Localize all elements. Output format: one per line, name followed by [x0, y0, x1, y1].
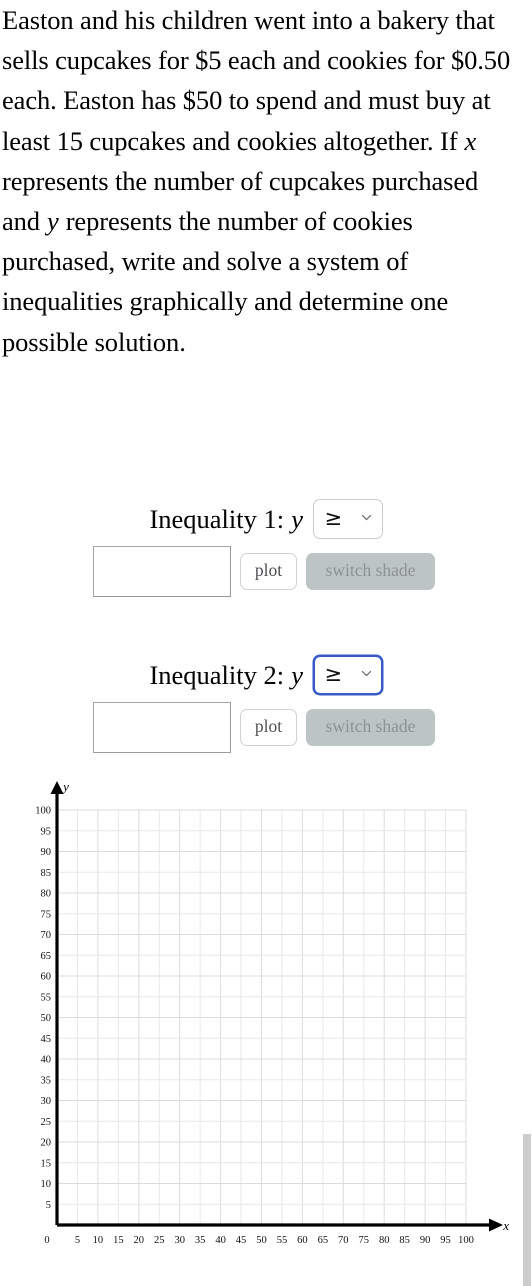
- math-variable-y: y: [47, 206, 59, 237]
- x-tick-label: 25: [154, 1235, 165, 1246]
- chevron-down-icon: [360, 667, 373, 680]
- inequality-2-operator-value: ≥: [324, 661, 343, 686]
- x-tick-label: 55: [277, 1235, 288, 1246]
- y-tick-label: 95: [41, 826, 52, 837]
- inequality-1-switch-shade-button[interactable]: switch shade: [306, 552, 435, 590]
- inequality-1-plot-button[interactable]: plot: [240, 552, 297, 590]
- problem-statement: Easton and his children went into a bake…: [0, 0, 524, 362]
- y-tick-label: 15: [41, 1158, 52, 1169]
- x-tick-label: 75: [359, 1235, 370, 1246]
- x-tick-label: 65: [318, 1235, 329, 1246]
- x-tick-label: 85: [399, 1235, 410, 1246]
- coordinate-graph[interactable]: x y 5 10 15 20 25 30 35 40 45 50 55 60 65 70 75 80 85 90 95 1…: [0, 780, 510, 1280]
- grid-layer: [57, 809, 467, 1225]
- y-tick-label: 70: [41, 930, 52, 941]
- x-tick-label: 100: [458, 1235, 474, 1246]
- y-axis-arrowhead: [50, 781, 64, 794]
- y-tick-label: 100: [35, 806, 51, 817]
- inequality-2-plot-button[interactable]: plot: [240, 708, 297, 746]
- y-tick-label: 30: [41, 1096, 52, 1107]
- math-variable-x: x: [464, 125, 477, 156]
- page-scrollbar-thumb[interactable]: [523, 1134, 531, 1286]
- x-tick-label: 15: [113, 1235, 124, 1246]
- inequality-1-operator-select[interactable]: ≥: [312, 499, 383, 539]
- page-scrollbar-track[interactable]: [522, 0, 532, 1286]
- x-tick-label: 45: [236, 1235, 247, 1246]
- origin-label: 0: [44, 1235, 49, 1246]
- x-tick-label: 70: [338, 1235, 349, 1246]
- inequality-2-operator-select[interactable]: ≥: [312, 655, 383, 695]
- inequality-1-controls-row: plot switch shade: [0, 543, 532, 599]
- y-tick-label: 35: [41, 1075, 52, 1086]
- y-tick-label: 45: [41, 1034, 52, 1045]
- inequality-2-title-row: Inequality 2: y ≥: [0, 651, 532, 699]
- x-tick-label: 10: [93, 1235, 104, 1246]
- inequality-2-label: Inequality 2: y: [149, 659, 304, 690]
- x-axis-arrowhead: [489, 1218, 503, 1232]
- problem-text-part-3: represents the number of cookies purchas…: [2, 206, 449, 357]
- inequality-1-expression-input[interactable]: [93, 545, 231, 597]
- inequality-2-variable: y: [291, 659, 304, 690]
- x-tick-label: 60: [297, 1235, 308, 1246]
- x-tick-label: 35: [195, 1235, 206, 1246]
- inequality-1-variable: y: [291, 503, 304, 534]
- x-tick-label: 5: [75, 1235, 80, 1246]
- chevron-down-icon: [360, 511, 373, 524]
- graph-svg[interactable]: xy5 10 15 20 25 30 35 40 45 50 55 60 65 70 75 80 85 90 95 1…: [0, 780, 510, 1280]
- y-tick-label: 90: [41, 847, 52, 858]
- inequality-2-block: Inequality 2: y ≥ plot switch shade: [0, 651, 532, 755]
- x-tick-label: 40: [215, 1235, 226, 1246]
- y-tick-label: 40: [41, 1055, 52, 1066]
- inequality-1-operator-value: ≥: [324, 505, 343, 530]
- inequality-2-switch-shade-button[interactable]: switch shade: [306, 708, 435, 746]
- inequality-1-label: Inequality 1: y: [149, 503, 304, 534]
- y-tick-label: 5: [46, 1200, 51, 1211]
- y-tick-label: 85: [41, 868, 52, 879]
- y-tick-label: 10: [41, 1179, 52, 1190]
- y-tick-label: 20: [41, 1138, 52, 1149]
- y-tick-label: 50: [41, 1013, 52, 1024]
- y-tick-label: 80: [41, 889, 52, 900]
- y-tick-label: 60: [41, 972, 52, 983]
- y-tick-label: 25: [41, 1117, 52, 1128]
- x-tick-label: 30: [174, 1235, 185, 1246]
- y-tick-label: 65: [41, 951, 52, 962]
- tick-labels-layer: xy5 10 15 20 25 30 35 40 45 50 55 60 65 70 75 80 85 90 95 1…: [35, 780, 509, 1246]
- x-axis-label: x: [502, 1218, 509, 1233]
- x-tick-label: 80: [379, 1235, 390, 1246]
- x-tick-label: 20: [134, 1235, 145, 1246]
- problem-text-part-1: Easton and his children went into a bake…: [2, 5, 511, 156]
- x-tick-label: 50: [256, 1235, 267, 1246]
- y-axis-label: y: [61, 780, 69, 794]
- y-tick-label: 75: [41, 909, 52, 920]
- inequality-1-block: Inequality 1: y ≥ plot switch shade: [0, 495, 532, 599]
- x-tick-label: 95: [440, 1235, 451, 1246]
- worksheet-page: Easton and his children went into a bake…: [0, 0, 532, 1286]
- x-tick-label: 90: [420, 1235, 431, 1246]
- inequality-2-controls-row: plot switch shade: [0, 699, 532, 755]
- y-tick-label: 55: [41, 992, 52, 1003]
- inequality-2-expression-input[interactable]: [93, 701, 231, 753]
- inequality-1-title-row: Inequality 1: y ≥: [0, 495, 532, 543]
